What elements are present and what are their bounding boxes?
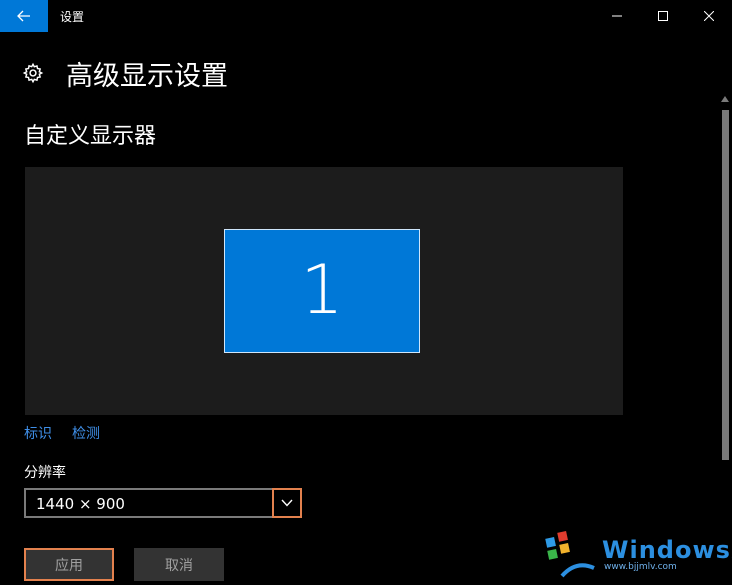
resolution-dropdown[interactable]: 1440 × 900 — [24, 488, 302, 518]
settings-window: 设置 高级显示设置 自定义显示器 1 标识 检测 分辨率 1440 × 900 … — [0, 0, 732, 585]
close-icon — [704, 11, 714, 21]
vertical-scrollbar[interactable] — [718, 92, 732, 585]
apply-button[interactable]: 应用 — [24, 548, 114, 581]
cancel-button[interactable]: 取消 — [134, 548, 224, 581]
maximize-icon — [658, 11, 668, 21]
monitor-tile[interactable]: 1 — [224, 229, 420, 353]
monitor-number: 1 — [300, 251, 344, 330]
back-button[interactable] — [0, 0, 48, 32]
resolution-label: 分辨率 — [24, 465, 66, 481]
page-title: 高级显示设置 — [66, 60, 228, 92]
page-header: 高级显示设置 — [22, 54, 228, 92]
section-title: 自定义显示器 — [24, 124, 157, 149]
display-arrangement-area[interactable]: 1 — [25, 167, 623, 415]
resolution-value: 1440 × 900 — [36, 495, 125, 513]
watermark-text: Windows系统之家 — [602, 536, 732, 564]
watermark-url: www.bjjmlv.com — [604, 562, 677, 572]
close-button[interactable] — [686, 0, 732, 32]
identify-link[interactable]: 标识 — [24, 423, 52, 443]
scroll-up-arrow-icon[interactable] — [721, 96, 729, 102]
chevron-down-icon — [281, 499, 293, 507]
watermark-logo: Windows系统之家 www.bjjmlv.com — [540, 528, 732, 583]
maximize-button[interactable] — [640, 0, 686, 32]
minimize-icon — [612, 15, 622, 17]
title-bar: 设置 — [0, 0, 732, 32]
app-title: 设置 — [60, 10, 85, 24]
back-arrow-icon — [17, 10, 30, 22]
scroll-thumb[interactable] — [722, 110, 729, 460]
detect-link[interactable]: 检测 — [72, 423, 100, 443]
windows-logo-icon — [545, 531, 595, 578]
display-links: 标识 检测 — [24, 423, 120, 443]
minimize-button[interactable] — [594, 0, 640, 32]
resolution-dropdown-toggle[interactable] — [272, 488, 302, 518]
gear-icon — [22, 62, 44, 84]
